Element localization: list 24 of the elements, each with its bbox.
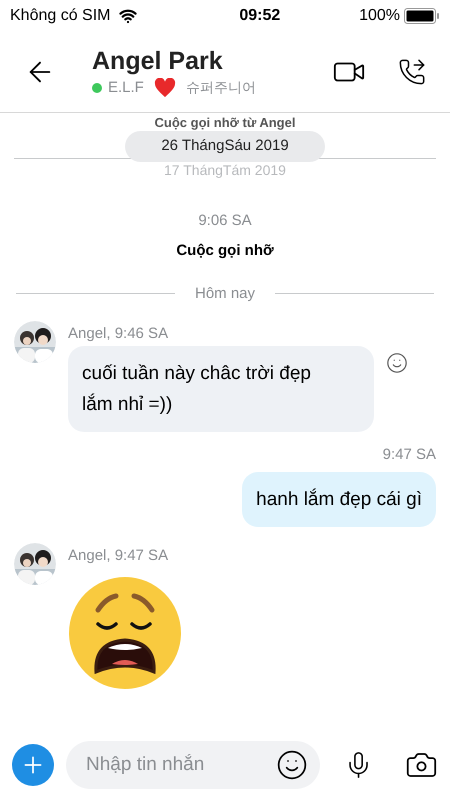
outgoing-message-bubble: hanh lắm đẹp cái gì [242,472,436,527]
message-meta: Angel, 9:47 SA [68,546,170,566]
message-meta: Angel, 9:46 SA [68,324,170,344]
call-time: 9:06 SA [198,210,252,230]
carrier-label: Không có SIM [10,6,110,26]
emoji-icon[interactable] [276,749,308,781]
add-button[interactable] [12,744,54,786]
clock: 09:52 [239,6,280,26]
battery-percent: 100% [359,6,400,26]
status-text: 슈퍼주니어 [186,78,256,98]
contact-name: Angel Park [92,46,224,77]
status-text: E.L.F [108,78,144,98]
incoming-message-bubble: cuối tuần này châc trời đẹp lắm nhỉ =)) [68,346,374,432]
missed-call-header: Cuộc gọi nhỡ từ Angel [154,115,296,131]
missed-call-text: Cuộc gọi nhỡ [176,241,274,261]
smiley-icon[interactable] [386,352,408,374]
wifi-icon [118,7,136,25]
heart-icon [154,78,176,98]
day-divider-label: Hôm nay [194,284,256,304]
phone-call-icon[interactable] [398,58,426,86]
battery-icon [404,8,440,24]
date-pill: 26 ThángSáu 2019 [125,131,325,162]
faded-date: 17 ThángTám 2019 [164,162,286,178]
message-meta: 9:47 SA [382,444,436,464]
